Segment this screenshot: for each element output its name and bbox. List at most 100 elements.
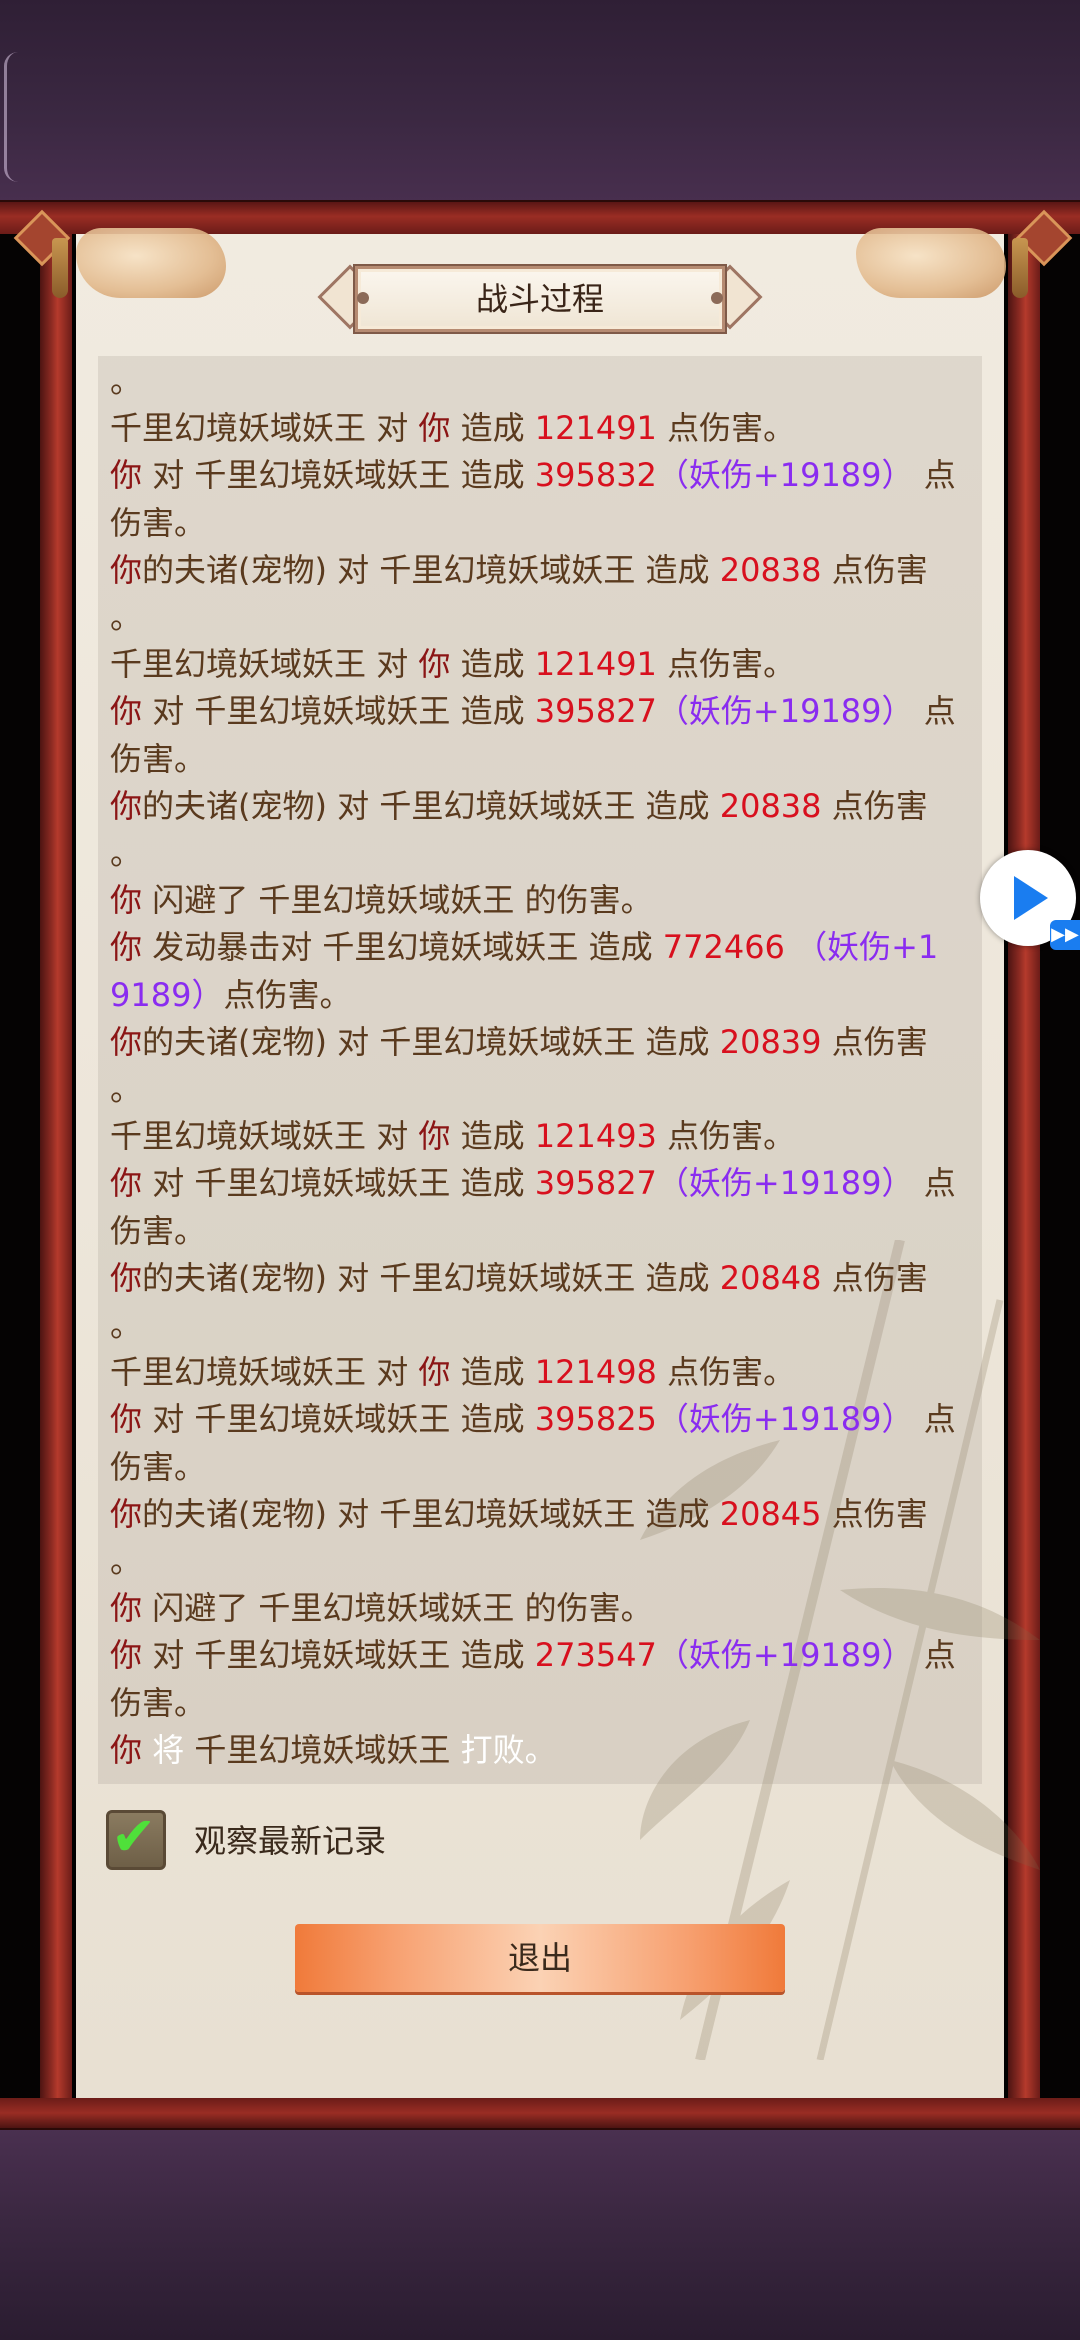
log-segment-text: 对: [366, 1117, 419, 1156]
log-segment-text: 对: [142, 1164, 195, 1203]
log-segment-text: 伤害。: [110, 1683, 207, 1722]
log-segment-enemy: 千里幻境妖域妖王: [194, 456, 451, 495]
log-segment-text: 造成: [635, 1022, 720, 1061]
log-segment-num: 20838: [719, 786, 822, 825]
log-segment-bonus: （妖伤+19189）: [656, 456, 914, 495]
log-segment-text: 点伤害: [821, 1258, 928, 1297]
log-segment-name: 你: [110, 1164, 143, 1203]
log-line: 。: [110, 594, 978, 641]
log-line: 。: [110, 1066, 978, 1113]
watch-latest-label[interactable]: 观察最新记录: [194, 1818, 386, 1864]
log-line: 你 对 千里幻境妖域妖王 造成 395827（妖伤+19189） 点: [110, 1160, 978, 1207]
log-segment-bonus: （妖伤+1: [784, 928, 939, 967]
log-line: 你 闪避了 千里幻境妖域妖王 的伤害。: [110, 1585, 978, 1632]
log-segment-enemy: 千里幻境妖域妖王: [194, 692, 451, 731]
log-segment-text: 造成: [450, 1117, 535, 1156]
tassel-left: [52, 238, 68, 298]
log-line: 你 发动暴击对 千里幻境妖域妖王 造成 772466 （妖伤+1: [110, 924, 978, 971]
log-line: 。: [110, 830, 978, 877]
log-segment-name: 你: [110, 881, 143, 920]
log-line: 千里幻境妖域妖王 对 你 造成 121498 点伤害。: [110, 1349, 978, 1396]
log-segment-text: 点伤害。: [656, 409, 796, 448]
log-segment-text: 造成: [635, 1258, 720, 1297]
log-segment-text: 的夫诸(宠物) 对: [142, 786, 380, 825]
log-line: 伤害。: [110, 1680, 978, 1727]
log-segment-text: 闪避了: [142, 881, 259, 920]
log-segment-enemy: 千里幻境妖域妖王: [194, 1730, 451, 1769]
exit-button[interactable]: 退出: [295, 1924, 785, 1992]
log-segment-enemy: 千里幻境妖域妖王: [258, 1589, 515, 1628]
log-segment-white: 将: [142, 1730, 195, 1769]
log-segment-text: 造成: [450, 409, 535, 448]
log-segment-name: 你: [418, 409, 451, 448]
log-segment-text: 伤害。: [110, 739, 207, 778]
log-segment-text: 伤害。: [110, 503, 207, 542]
cloud-ornament-right: [856, 228, 1006, 298]
log-segment-name: 你: [110, 692, 143, 731]
log-segment-text: 造成: [450, 1353, 535, 1392]
log-line: 你的夫诸(宠物) 对 千里幻境妖域妖王 造成 20839 点伤害: [110, 1019, 978, 1066]
log-segment-name: 你: [110, 456, 143, 495]
log-segment-enemy: 千里幻境妖域妖王: [194, 1164, 451, 1203]
log-segment-num: 20848: [719, 1258, 822, 1297]
log-segment-text: 点伤害。: [656, 1117, 796, 1156]
log-segment-text: 的夫诸(宠物) 对: [142, 550, 380, 589]
log-segment-text: 对: [366, 1353, 419, 1392]
log-segment-text: 的伤害。: [514, 881, 653, 920]
watch-latest-checkbox[interactable]: ✔: [106, 1807, 166, 1870]
log-line: 你 对 千里幻境妖域妖王 造成 395832（妖伤+19189） 点: [110, 452, 978, 499]
log-segment-text: 造成: [450, 456, 535, 495]
play-triangle: [1014, 876, 1048, 920]
log-line: 。: [110, 1302, 978, 1349]
log-segment-text: 造成: [578, 928, 663, 967]
log-segment-name: 你: [418, 645, 451, 684]
log-segment-text: 造成: [635, 1494, 720, 1533]
battle-log[interactable]: 。千里幻境妖域妖王 对 你 造成 121491 点伤害。你 对 千里幻境妖域妖王…: [98, 356, 982, 1784]
left-margin: [0, 215, 40, 2128]
log-segment-num: 121491: [534, 645, 657, 684]
log-segment-name: 你: [110, 1400, 143, 1439]
log-segment-text: 对: [142, 1400, 195, 1439]
log-segment-text: 造成: [450, 1400, 535, 1439]
log-line: 你 对 千里幻境妖域妖王 造成 395827（妖伤+19189） 点: [110, 688, 978, 735]
log-segment-text: 。: [110, 1070, 143, 1108]
log-segment-name: 你: [110, 1022, 143, 1061]
log-segment-text: 对: [142, 1636, 195, 1675]
log-segment-white: 打败。: [450, 1730, 557, 1769]
log-line: 你的夫诸(宠物) 对 千里幻境妖域妖王 造成 20838 点伤害: [110, 547, 978, 594]
log-segment-name: 你: [110, 1494, 143, 1533]
log-segment-bonus: （妖伤+19189）: [656, 1400, 914, 1439]
log-segment-num: 20839: [719, 1022, 822, 1061]
log-segment-text: 的夫诸(宠物) 对: [142, 1258, 380, 1297]
log-segment-bonus: （妖伤+19189）: [656, 1164, 914, 1203]
log-segment-name: 你: [418, 1353, 451, 1392]
log-line: 伤害。: [110, 1444, 978, 1491]
log-segment-enemy: 千里幻境妖域妖王: [194, 1400, 451, 1439]
log-segment-enemy: 千里幻境妖域妖王: [322, 928, 579, 967]
scroll-bottom-rod: [0, 2098, 1080, 2130]
log-segment-text: 对: [142, 456, 195, 495]
log-segment-enemy: 千里幻境妖域妖王: [110, 1117, 367, 1156]
log-segment-enemy: 千里幻境妖域妖王: [379, 786, 636, 825]
log-segment-text: 点: [913, 1164, 956, 1203]
right-margin: [1040, 215, 1080, 2128]
log-line: 千里幻境妖域妖王 对 你 造成 121493 点伤害。: [110, 1113, 978, 1160]
log-segment-name: 你: [110, 786, 143, 825]
log-line: 你 对 千里幻境妖域妖王 造成 395825（妖伤+19189） 点: [110, 1396, 978, 1443]
log-line: 你的夫诸(宠物) 对 千里幻境妖域妖王 造成 20845 点伤害: [110, 1491, 978, 1538]
log-segment-text: 的伤害。: [514, 1589, 653, 1628]
log-segment-enemy: 千里幻境妖域妖王: [258, 881, 515, 920]
scroll-pole-right: [1008, 222, 1040, 2122]
log-segment-num: 121491: [534, 409, 657, 448]
log-segment-text: 造成: [450, 645, 535, 684]
log-segment-text: 点伤害: [821, 550, 928, 589]
cloud-ornament-left: [76, 228, 226, 298]
tassel-right: [1012, 238, 1028, 298]
log-segment-num: 273547: [534, 1636, 657, 1675]
log-segment-text: 对: [366, 645, 419, 684]
log-segment-text: 伤害。: [110, 1211, 207, 1250]
log-segment-bonus: （妖伤+19189）: [656, 1636, 914, 1675]
fast-forward-icon[interactable]: ▶▶: [1050, 920, 1080, 950]
log-segment-enemy: 千里幻境妖域妖王: [110, 409, 367, 448]
log-segment-enemy: 千里幻境妖域妖王: [194, 1636, 451, 1675]
